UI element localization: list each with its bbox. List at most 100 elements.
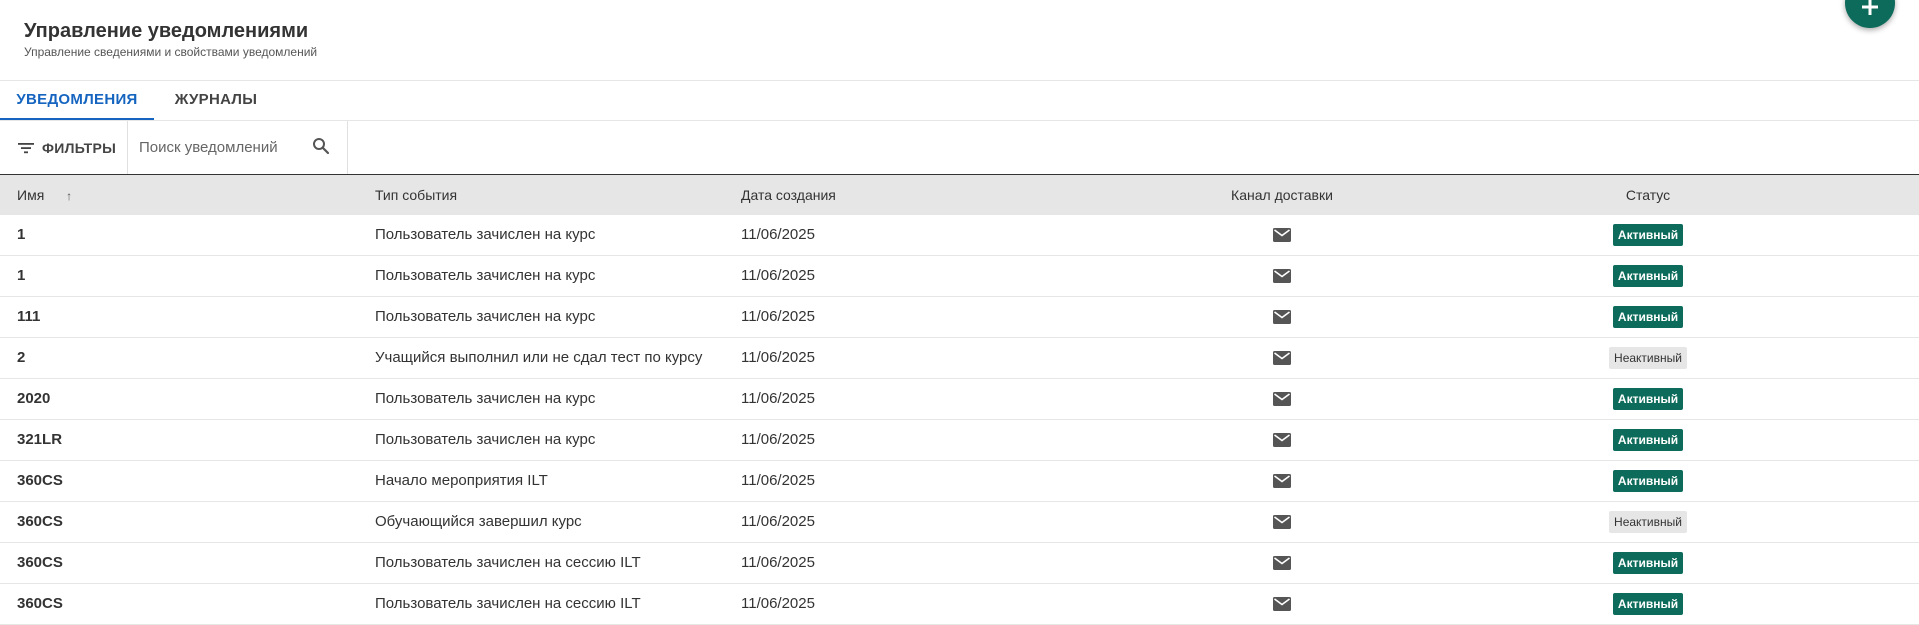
- notification-name: 360CS: [17, 595, 63, 612]
- page-subtitle: Управление сведениями и свойствами уведо…: [24, 45, 318, 59]
- notifications-table: Имя ↑ Тип события Дата создания Канал до…: [0, 175, 1919, 625]
- table-row[interactable]: 360CS Начало мероприятия ILT 11/06/2025 …: [0, 461, 1919, 502]
- status-badge: Активный: [1612, 552, 1684, 574]
- event-type: Пользователь зачислен на сессию ILT: [375, 554, 641, 571]
- tab-notifications[interactable]: УВЕДОМЛЕНИЯ: [0, 80, 154, 120]
- created-date: 11/06/2025: [741, 267, 815, 284]
- toolbar: ФИЛЬТРЫ: [0, 121, 1919, 175]
- mail-icon: [1273, 515, 1291, 529]
- column-header-name[interactable]: Имя ↑: [17, 175, 347, 215]
- status-cell: Активный: [1548, 256, 1748, 296]
- created-date: 11/06/2025: [741, 595, 815, 612]
- delivery-channel: [1182, 543, 1382, 583]
- delivery-channel: [1182, 420, 1382, 460]
- mail-icon: [1273, 351, 1291, 365]
- notification-name: 1: [17, 226, 26, 243]
- add-notification-button[interactable]: [1845, 0, 1895, 28]
- page-title: Управление уведомлениями: [24, 20, 309, 42]
- status-badge: Активный: [1612, 388, 1684, 410]
- table-row[interactable]: 2020 Пользователь зачислен на курс 11/06…: [0, 379, 1919, 420]
- status-cell: Активный: [1548, 297, 1748, 337]
- status-cell: Активный: [1548, 584, 1748, 624]
- event-type: Пользователь зачислен на курс: [375, 226, 596, 243]
- notification-name: 2020: [17, 390, 51, 407]
- search-icon[interactable]: [312, 137, 330, 160]
- created-date: 11/06/2025: [741, 226, 815, 243]
- delivery-channel: [1182, 461, 1382, 501]
- delivery-channel: [1182, 379, 1382, 419]
- delivery-channel: [1182, 256, 1382, 296]
- status-badge: Активный: [1612, 265, 1684, 287]
- filters-button[interactable]: ФИЛЬТРЫ: [0, 121, 128, 174]
- table-header: Имя ↑ Тип события Дата создания Канал до…: [0, 175, 1919, 215]
- delivery-channel: [1182, 584, 1382, 624]
- notification-name: 321LR: [17, 431, 63, 448]
- notification-name: 360CS: [17, 554, 63, 571]
- column-label: Имя: [17, 187, 45, 203]
- table-row[interactable]: 360CS Пользователь зачислен на сессию IL…: [0, 584, 1919, 625]
- status-cell: Неактивный: [1548, 338, 1748, 378]
- filter-icon: [18, 142, 34, 153]
- mail-icon: [1273, 474, 1291, 488]
- status-badge: Активный: [1612, 306, 1684, 328]
- status-badge: Неактивный: [1609, 511, 1687, 533]
- event-type: Пользователь зачислен на курс: [375, 308, 596, 325]
- page-header: Управление уведомлениями Управление свед…: [0, 0, 1919, 81]
- event-type: Учащийся выполнил или не сдал тест по ку…: [375, 349, 703, 366]
- mail-icon: [1273, 556, 1291, 570]
- plus-icon: [1862, 0, 1878, 15]
- status-cell: Активный: [1548, 543, 1748, 583]
- delivery-channel: [1182, 502, 1382, 542]
- tab-bar: УВЕДОМЛЕНИЯ ЖУРНАЛЫ: [0, 80, 1919, 121]
- created-date: 11/06/2025: [741, 308, 815, 325]
- table-row[interactable]: 2 Учащийся выполнил или не сдал тест по …: [0, 338, 1919, 379]
- filters-label: ФИЛЬТРЫ: [42, 139, 117, 156]
- status-badge: Активный: [1612, 470, 1684, 492]
- mail-icon: [1273, 392, 1291, 406]
- delivery-channel: [1182, 215, 1382, 255]
- created-date: 11/06/2025: [741, 431, 815, 448]
- mail-icon: [1273, 310, 1291, 324]
- event-type: Пользователь зачислен на курс: [375, 431, 596, 448]
- column-header-created-date[interactable]: Дата создания: [741, 175, 991, 215]
- created-date: 11/06/2025: [741, 513, 815, 530]
- event-type: Пользователь зачислен на сессию ILT: [375, 595, 641, 612]
- status-badge: Активный: [1612, 593, 1684, 615]
- column-header-status[interactable]: Статус: [1548, 175, 1748, 215]
- notification-name: 1: [17, 267, 26, 284]
- status-cell: Неактивный: [1548, 502, 1748, 542]
- notification-name: 360CS: [17, 513, 63, 530]
- notification-name: 360CS: [17, 472, 63, 489]
- status-badge: Активный: [1612, 224, 1684, 246]
- event-type: Начало мероприятия ILT: [375, 472, 548, 489]
- created-date: 11/06/2025: [741, 554, 815, 571]
- status-cell: Активный: [1548, 461, 1748, 501]
- created-date: 11/06/2025: [741, 472, 815, 489]
- mail-icon: [1273, 269, 1291, 283]
- table-row[interactable]: 1 Пользователь зачислен на курс 11/06/20…: [0, 215, 1919, 256]
- tab-logs[interactable]: ЖУРНАЛЫ: [170, 80, 262, 120]
- mail-icon: [1273, 597, 1291, 611]
- notification-name: 2: [17, 349, 26, 366]
- search-input[interactable]: [137, 138, 311, 157]
- status-badge: Неактивный: [1609, 347, 1687, 369]
- event-type: Обучающийся завершил курс: [375, 513, 582, 530]
- table-row[interactable]: 360CS Пользователь зачислен на сессию IL…: [0, 543, 1919, 584]
- status-badge: Активный: [1612, 429, 1684, 451]
- table-body: 1 Пользователь зачислен на курс 11/06/20…: [0, 215, 1919, 625]
- mail-icon: [1273, 433, 1291, 447]
- column-header-event-type[interactable]: Тип события: [375, 175, 725, 215]
- delivery-channel: [1182, 338, 1382, 378]
- created-date: 11/06/2025: [741, 390, 815, 407]
- notification-name: 111: [17, 308, 41, 325]
- delivery-channel: [1182, 297, 1382, 337]
- table-row[interactable]: 111 Пользователь зачислен на курс 11/06/…: [0, 297, 1919, 338]
- event-type: Пользователь зачислен на курс: [375, 267, 596, 284]
- search-box: [129, 121, 348, 174]
- table-row[interactable]: 321LR Пользователь зачислен на курс 11/0…: [0, 420, 1919, 461]
- column-header-delivery-channel[interactable]: Канал доставки: [1182, 175, 1382, 215]
- event-type: Пользователь зачислен на курс: [375, 390, 596, 407]
- table-row[interactable]: 360CS Обучающийся завершил курс 11/06/20…: [0, 502, 1919, 543]
- table-row[interactable]: 1 Пользователь зачислен на курс 11/06/20…: [0, 256, 1919, 297]
- mail-icon: [1273, 228, 1291, 242]
